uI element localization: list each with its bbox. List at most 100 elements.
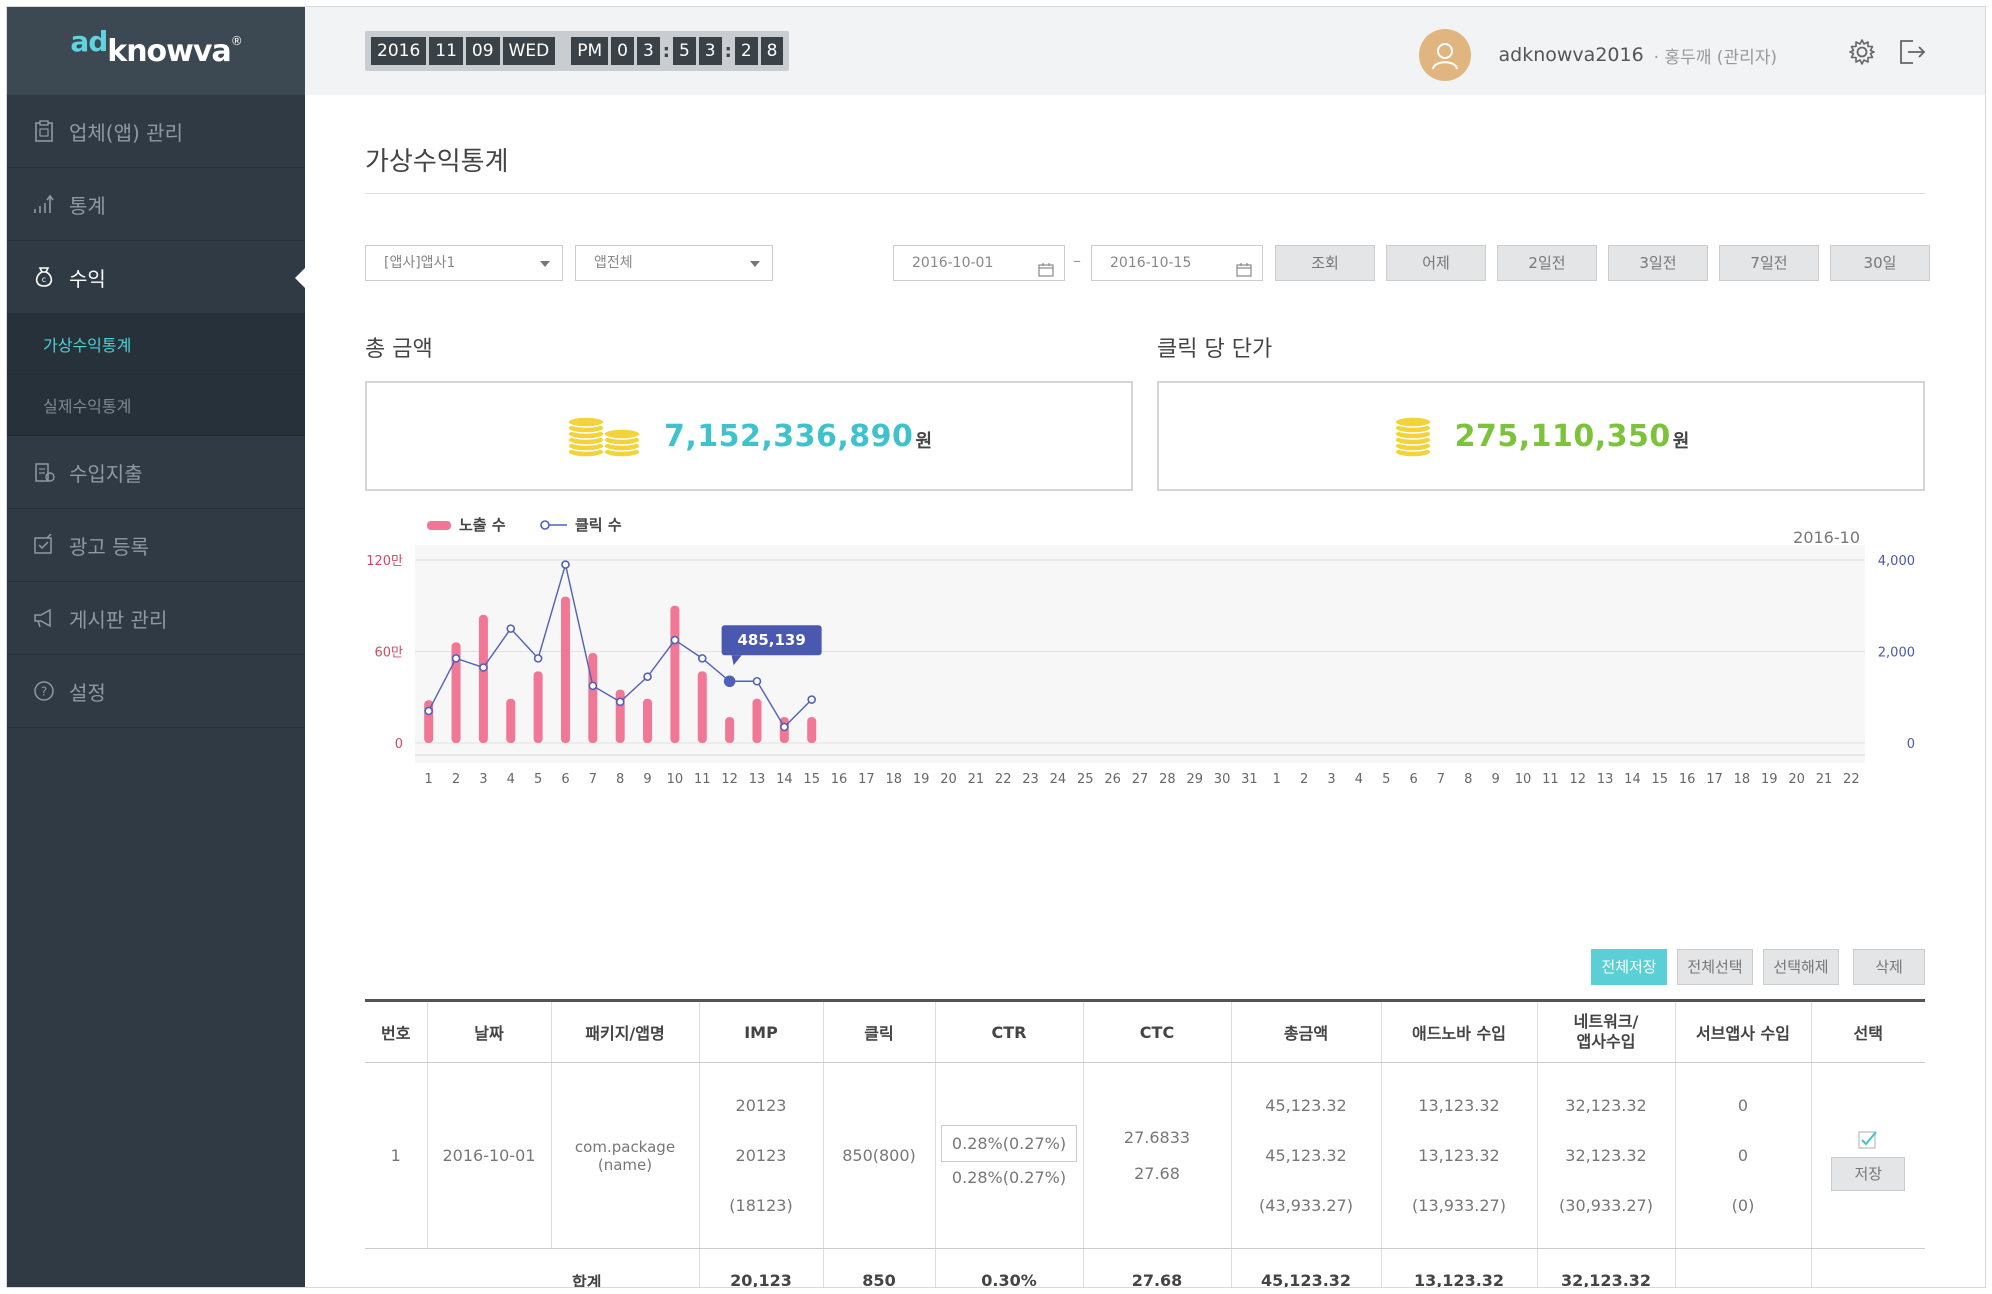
col-header-sub[interactable]: 서브앱사 수입	[1674, 999, 1811, 1063]
x-axis-tick-label: 8	[1464, 772, 1472, 787]
col-header-total[interactable]: 총금액	[1230, 999, 1381, 1063]
sidebar-item-income-expense[interactable]: 수입지출	[7, 436, 305, 509]
x-axis-tick-label: 3	[479, 772, 487, 787]
clicks-point	[670, 635, 680, 645]
sidebar-subitem-label: 실제수익통계	[43, 397, 132, 416]
edit-check-icon	[31, 532, 57, 558]
svg-text:?: ?	[41, 685, 47, 699]
question-circle-icon: ?	[31, 678, 57, 704]
sidebar-item-board[interactable]: 게시판 관리	[7, 582, 305, 655]
col-header-no[interactable]: 번호	[365, 999, 427, 1063]
clicks-point	[533, 654, 543, 663]
col-header-package[interactable]: 패키지/앱명	[550, 999, 699, 1063]
calendar-icon[interactable]	[1038, 256, 1054, 290]
search-button[interactable]: 조회	[1275, 245, 1375, 281]
avatar[interactable]	[1418, 29, 1471, 81]
x-axis-tick-label: 18	[886, 772, 903, 787]
logo-text: adknowva®	[70, 24, 242, 69]
clock-display: 2016 11 09 WED PM 0 3 : 5 3 : 2 8	[365, 31, 790, 71]
clicks-point	[752, 676, 762, 686]
checkbox-checked-icon[interactable]	[1857, 1128, 1879, 1150]
x-axis-tick-label: 17	[858, 772, 875, 787]
plot-background	[415, 545, 1865, 763]
x-axis-tick-label: 22	[1843, 772, 1860, 787]
sidebar-item-ad-register[interactable]: 광고 등록	[7, 509, 305, 582]
x-axis-tick-label: 13	[749, 772, 766, 787]
x-axis-tick-label: 31	[1241, 772, 1258, 787]
x-axis-tick-label: 4	[507, 772, 515, 787]
sidebar-item-stats[interactable]: 통계	[7, 168, 305, 241]
gear-icon	[1849, 39, 1875, 65]
sidebar-subitem-virtual-revenue[interactable]: 가상수익통계	[7, 314, 305, 375]
sidebar-item-label: 수익	[69, 266, 106, 291]
seven-days-ago-button[interactable]: 7일전	[1719, 245, 1819, 281]
clicks-point	[479, 663, 488, 672]
cell-adnova: 13,123.32 13,123.32 (13,933.27)	[1380, 1062, 1537, 1249]
sidebar-subitem-real-revenue[interactable]: 실제수익통계	[7, 375, 305, 436]
x-axis-tick-label: 15	[803, 772, 820, 787]
col-header-click[interactable]: 클릭	[822, 999, 935, 1063]
col-header-date[interactable]: 날짜	[426, 999, 551, 1063]
user-info[interactable]: adknowva2016 · 홍두깨 (관리자)	[1418, 29, 1777, 81]
col-header-network[interactable]: 네트워크/ 앱사수입	[1536, 999, 1675, 1063]
logout-button[interactable]	[1897, 37, 1927, 67]
ctr-input[interactable]: 0.28%(0.27%)	[940, 1124, 1078, 1162]
left-axis-tick-label: 60만	[374, 646, 403, 661]
clock-second-2: 8	[760, 37, 784, 65]
cell-package: com.package (name)	[550, 1062, 699, 1249]
thirty-days-button[interactable]: 30일	[1830, 245, 1930, 281]
coin-stack-icon	[1393, 416, 1432, 458]
sidebar-item-label: 게시판 관리	[69, 607, 168, 632]
x-axis-tick-label: 20	[940, 772, 957, 787]
app-select[interactable]: 앱전체	[575, 245, 773, 281]
col-header-adnova[interactable]: 애드노바 수입	[1380, 999, 1537, 1063]
cell-network: 32,123.32 32,123.32 (30,933.27)	[1536, 1062, 1675, 1249]
x-axis-tick-label: 14	[1624, 772, 1641, 787]
cell-imp: 20123 20123 (18123)	[698, 1062, 823, 1249]
impressions-bar	[560, 596, 570, 743]
calendar-icon[interactable]	[1236, 256, 1252, 290]
cell-date: 2016-10-01	[426, 1062, 551, 1249]
bar-chart-icon	[31, 191, 57, 217]
username: adknowva2016	[1498, 44, 1644, 66]
x-axis-tick-label: 1	[425, 772, 433, 787]
yesterday-button[interactable]: 어제	[1386, 245, 1486, 281]
col-header-imp[interactable]: IMP	[698, 999, 823, 1063]
sidebar-item-settings[interactable]: ? 설정	[7, 655, 305, 728]
sidebar: adknowva® 업체(앱) 관리 통계 c 수익 가상수익통계 실제수익통계	[7, 7, 305, 1287]
delete-button[interactable]: 삭제	[1853, 949, 1925, 985]
save-all-button[interactable]: 전체저장	[1591, 949, 1667, 985]
select-all-button[interactable]: 전체선택	[1677, 949, 1753, 985]
chart-tooltip-value: 485,139	[737, 631, 805, 649]
x-axis-tick-label: 28	[1159, 772, 1176, 787]
date-to-input[interactable]: 2016-10-15	[1091, 245, 1263, 281]
legend-line-marker	[540, 520, 550, 530]
row-save-button[interactable]: 저장	[1831, 1156, 1906, 1191]
logout-icon	[1900, 40, 1926, 64]
two-days-ago-button[interactable]: 2일전	[1497, 245, 1597, 281]
col-header-ctr[interactable]: CTR	[934, 999, 1083, 1063]
x-axis-tick-label: 5	[1382, 772, 1390, 787]
megaphone-icon	[31, 605, 57, 631]
legend-bar-swatch	[427, 521, 451, 530]
col-header-select[interactable]: 선택	[1810, 999, 1925, 1063]
logo[interactable]: adknowva®	[7, 7, 305, 95]
sidebar-item-revenue[interactable]: c 수익	[7, 241, 305, 314]
three-days-ago-button[interactable]: 3일전	[1608, 245, 1708, 281]
company-select[interactable]: [앱사]앱사1	[365, 245, 563, 281]
clicks-point	[807, 695, 816, 704]
col-header-ctc[interactable]: CTC	[1082, 999, 1231, 1063]
settings-button[interactable]	[1847, 37, 1877, 67]
clicks-point	[588, 681, 598, 691]
sidebar-item-label: 통계	[69, 193, 106, 218]
x-axis-tick-label: 9	[1492, 772, 1500, 787]
cell-click: 850(800)	[822, 1062, 935, 1249]
chevron-down-icon	[540, 261, 550, 267]
x-axis-tick-label: 1	[1273, 772, 1281, 787]
total-label: 합계	[572, 1272, 602, 1288]
right-axis-tick-label: 0	[1907, 737, 1915, 752]
date-from-input[interactable]: 2016-10-01	[893, 245, 1065, 281]
sidebar-item-company[interactable]: 업체(앱) 관리	[7, 95, 305, 168]
clicks-point	[615, 697, 625, 707]
deselect-button[interactable]: 선택해제	[1763, 949, 1839, 985]
